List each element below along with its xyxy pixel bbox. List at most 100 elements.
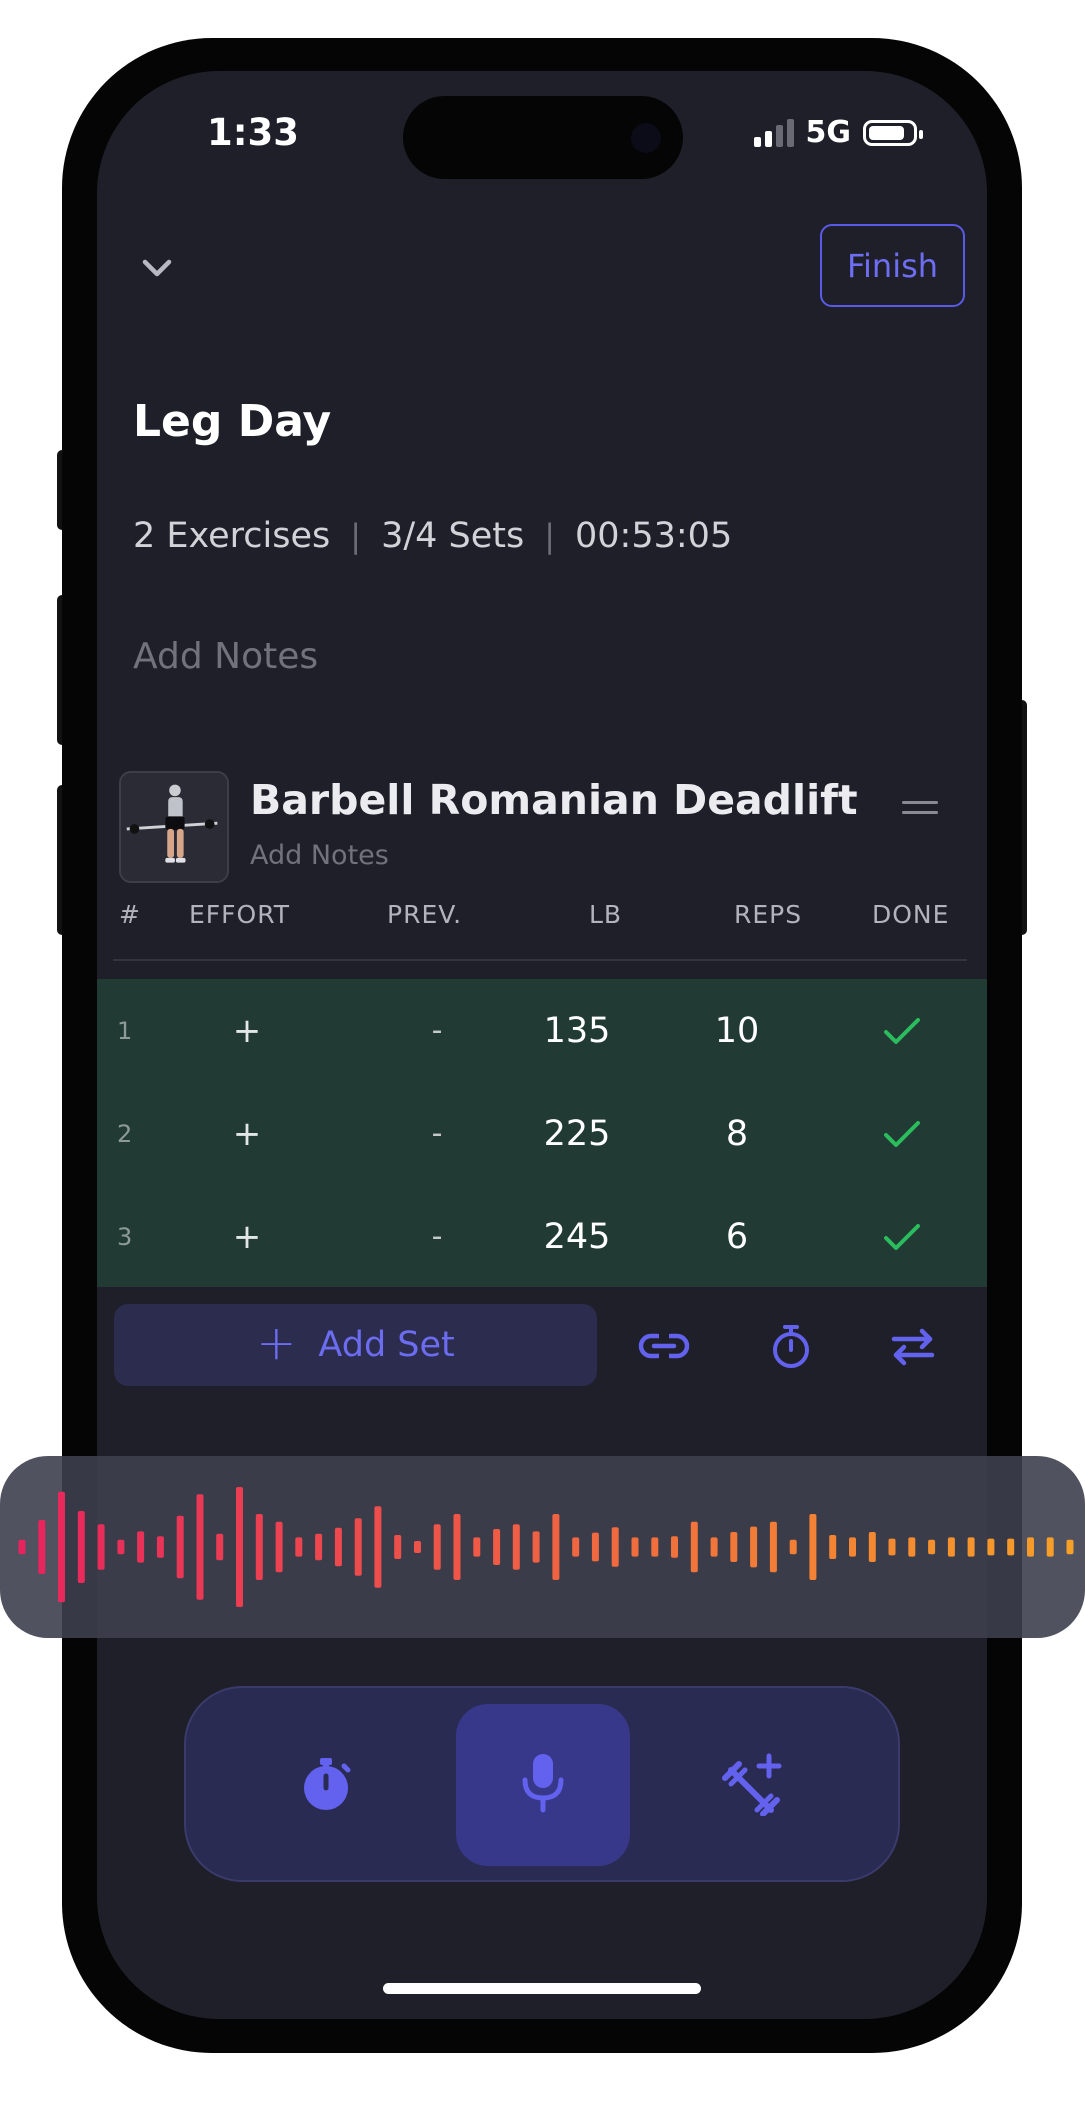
- voice-waveform-overlay: [0, 1456, 1085, 1638]
- waveform-bar: [1046, 1537, 1054, 1557]
- set-row: 1 + - 135 10: [97, 979, 987, 1082]
- waveform-bar: [789, 1539, 797, 1555]
- status-icons: 5G: [753, 115, 923, 150]
- add-set-button[interactable]: + Add Set: [114, 1304, 597, 1386]
- chevron-down-icon[interactable]: [135, 246, 179, 290]
- exercise-notes-input[interactable]: Add Notes: [250, 840, 389, 871]
- col-header-reps: REPS: [734, 900, 803, 929]
- drag-handle-icon[interactable]: [902, 801, 938, 821]
- separator: |: [544, 517, 556, 555]
- waveform-bar: [196, 1494, 204, 1600]
- checkmark-icon[interactable]: [872, 1082, 932, 1185]
- col-header-lb: LB: [589, 900, 623, 929]
- waveform-bar: [334, 1527, 342, 1567]
- set-number: 1: [117, 1016, 133, 1045]
- set-number: 2: [117, 1119, 133, 1148]
- checkmark-icon[interactable]: [872, 1185, 932, 1288]
- waveform-bar: [769, 1521, 777, 1573]
- weight-input[interactable]: 245: [517, 1185, 637, 1288]
- waveform-bar: [354, 1518, 362, 1576]
- waveform-bar: [38, 1520, 46, 1574]
- reps-input[interactable]: 10: [687, 979, 787, 1082]
- effort-button[interactable]: +: [217, 1082, 277, 1185]
- workout-title[interactable]: Leg Day: [133, 396, 331, 447]
- set-number: 3: [117, 1222, 133, 1251]
- plus-icon: +: [256, 1315, 297, 1371]
- previous-value[interactable]: -: [407, 979, 467, 1082]
- waveform-bar: [532, 1531, 540, 1563]
- exercise-thumbnail[interactable]: [119, 771, 229, 883]
- waveform-bar: [315, 1533, 323, 1561]
- col-header-done: DONE: [872, 900, 950, 929]
- waveform-bar: [631, 1537, 639, 1557]
- waveform-bar: [829, 1535, 837, 1559]
- finish-button[interactable]: Finish: [820, 224, 965, 307]
- waveform-bar: [156, 1536, 164, 1558]
- waveform-bar: [690, 1521, 698, 1573]
- reps-input[interactable]: 8: [687, 1082, 787, 1185]
- waveform-bar: [77, 1511, 85, 1583]
- effort-button[interactable]: +: [217, 1185, 277, 1288]
- waveform-bar: [176, 1515, 184, 1579]
- waveform-bar: [611, 1527, 619, 1567]
- waveform-bar: [433, 1524, 441, 1570]
- waveform-bar: [750, 1526, 758, 1568]
- waveform-bar: [18, 1539, 26, 1555]
- waveform-bar: [1027, 1537, 1034, 1557]
- exercise-name[interactable]: Barbell Romanian Deadlift: [250, 776, 858, 824]
- waveform-bar: [216, 1533, 224, 1561]
- previous-value[interactable]: -: [407, 1082, 467, 1185]
- waveform-bar: [473, 1537, 481, 1557]
- checkmark-icon[interactable]: [872, 979, 932, 1082]
- waveform-bar: [572, 1537, 580, 1557]
- link-icon[interactable]: [637, 1319, 691, 1373]
- waveform: [18, 1487, 1074, 1607]
- waveform-bar: [849, 1537, 856, 1557]
- divider: [113, 959, 967, 961]
- waveform-bar: [651, 1537, 659, 1557]
- separator: |: [350, 517, 362, 555]
- microphone-icon[interactable]: [511, 1750, 575, 1814]
- waveform-bar: [394, 1535, 402, 1559]
- waveform-bar: [295, 1537, 303, 1557]
- app-screen: 1:33 5G Finish Leg Day 2 Exercises | 3/4…: [97, 71, 987, 2019]
- waveform-bar: [117, 1539, 125, 1555]
- weight-input[interactable]: 225: [517, 1082, 637, 1185]
- waveform-bar: [967, 1537, 975, 1557]
- stopwatch-icon[interactable]: [294, 1752, 358, 1816]
- waveform-bar: [671, 1536, 678, 1558]
- signal-icon: [753, 118, 794, 147]
- battery-icon: [863, 119, 923, 146]
- waveform-bar: [908, 1537, 916, 1557]
- waveform-bar: [137, 1531, 145, 1563]
- waveform-bar: [710, 1537, 718, 1557]
- network-label: 5G: [805, 115, 852, 150]
- previous-value[interactable]: -: [407, 1185, 467, 1288]
- waveform-bar: [1007, 1538, 1015, 1556]
- set-row: 3 + - 245 6: [97, 1185, 987, 1288]
- waveform-bar: [255, 1514, 263, 1580]
- waveform-bar: [275, 1521, 283, 1573]
- workout-summary: 2 Exercises | 3/4 Sets | 00:53:05: [133, 516, 732, 556]
- waveform-bar: [591, 1532, 599, 1562]
- set-table: 1 + - 135 10 2 + - 225 8 3 + - 245 6: [97, 979, 987, 1287]
- status-time: 1:33: [207, 111, 300, 154]
- waveform-bar: [512, 1524, 520, 1570]
- waveform-bar: [552, 1514, 560, 1580]
- home-indicator: [383, 1983, 701, 1994]
- waveform-bar: [374, 1506, 382, 1588]
- set-row: 2 + - 225 8: [97, 1082, 987, 1185]
- waveform-bar: [493, 1529, 501, 1565]
- stopwatch-icon[interactable]: [764, 1319, 818, 1373]
- workout-notes-input[interactable]: Add Notes: [133, 636, 318, 677]
- waveform-bar: [236, 1487, 243, 1607]
- effort-button[interactable]: +: [217, 979, 277, 1082]
- weight-input[interactable]: 135: [517, 979, 637, 1082]
- add-set-label: Add Set: [318, 1325, 455, 1365]
- bottom-dock: [184, 1686, 900, 1882]
- exercise-count: 2 Exercises: [133, 516, 331, 556]
- reps-input[interactable]: 6: [687, 1185, 787, 1288]
- add-exercise-icon[interactable]: [721, 1752, 785, 1816]
- waveform-bar: [928, 1539, 936, 1555]
- swap-icon[interactable]: [886, 1319, 940, 1373]
